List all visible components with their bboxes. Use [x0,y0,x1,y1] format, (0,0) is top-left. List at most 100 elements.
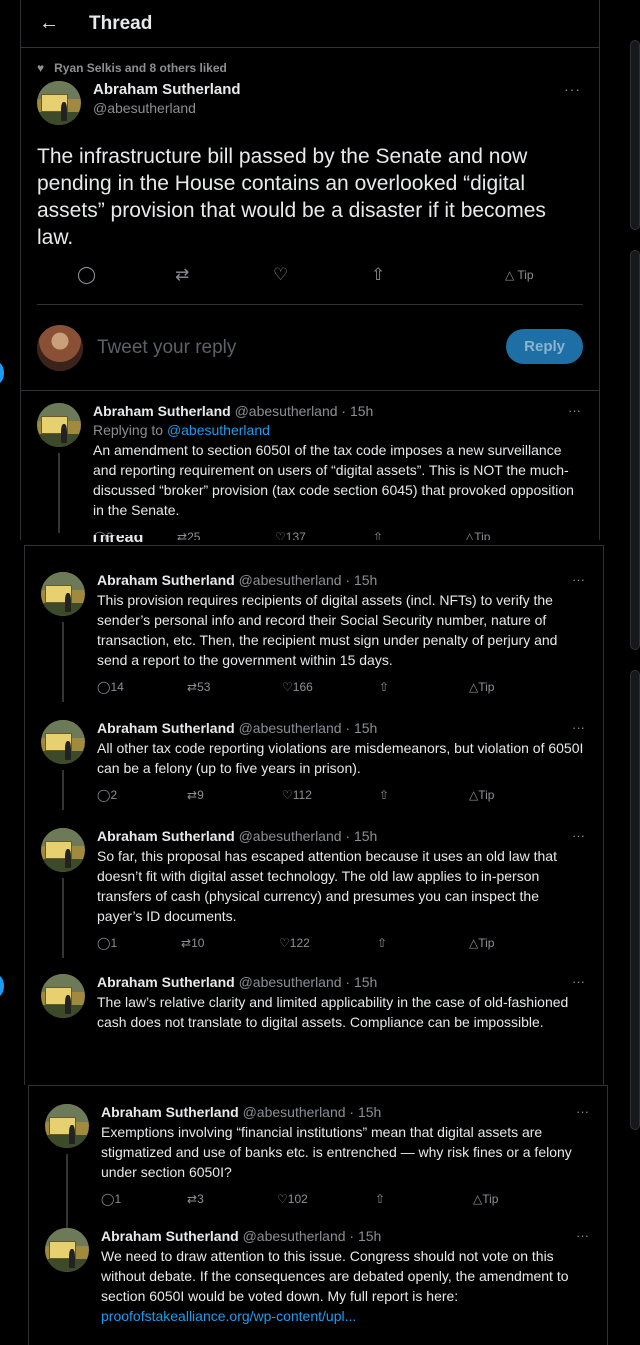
more-icon[interactable]: ··· [572,974,585,989]
thread-line [58,453,60,533]
like-action[interactable]: ♡ 122 [279,936,310,950]
like-action[interactable]: ♡ 137 [275,530,306,540]
avatar[interactable] [45,1228,89,1272]
retweet-icon[interactable]: ⇄ [175,265,189,285]
more-icon[interactable]: ··· [572,572,585,587]
like-action[interactable]: ♡ 166 [282,680,313,694]
reply-composer: Tweet your reply Reply [21,305,599,391]
share-icon[interactable]: ⇧ [379,788,389,802]
like-icon[interactable]: ♡ [273,265,288,285]
reply-action[interactable]: ◯ 14 [97,680,124,694]
tweet[interactable]: Abraham Sutherland @abesutherland · 15h … [29,1228,607,1326]
report-link[interactable]: proofofstakealliance.org/wp-content/upl.… [101,1306,589,1326]
retweet-action[interactable]: ⇄ 3 [187,1192,204,1206]
thread-line [62,770,64,810]
tweet-actions: ◯ 2 ⇄ 9 ♡ 112 ⇧ △ Tip [97,788,585,810]
tip-label: Tip [478,680,495,694]
avatar[interactable] [41,720,85,764]
share-icon[interactable]: ⇧ [375,1192,385,1206]
tip-button[interactable]: △ Tip [505,268,534,282]
retweet-action[interactable]: ⇄ 10 [181,936,204,950]
mention-link[interactable]: @abesutherland [167,422,270,438]
more-icon[interactable]: ··· [564,81,581,97]
tweet-actions: ◯ 14 ⇄ 53 ♡ 166 ⇧ △ Tip [97,680,585,702]
more-icon[interactable]: ··· [572,828,585,843]
author-name[interactable]: Abraham Sutherland [97,974,235,990]
like-action[interactable]: ♡ 112 [282,788,312,802]
tweet-meta: @abesutherland · 15h [238,572,378,588]
like-count: 102 [287,1192,308,1206]
avatar[interactable] [41,828,85,872]
reply-icon[interactable]: ◯ [77,265,96,285]
tip-button[interactable]: △ Tip [473,1192,498,1206]
reply-action[interactable]: ◯ 1 [101,1192,121,1206]
tweet[interactable]: Abraham Sutherland @abesutherland · 15h … [25,572,603,702]
tweet-text: The law’s relative clarity and limited a… [97,994,569,1030]
thread-panel-2: Abraham Sutherland @abesutherland · 15h … [24,545,604,1085]
tip-button[interactable]: △ Tip [465,530,490,540]
tip-button[interactable]: △ Tip [469,680,494,694]
avatar[interactable] [41,572,85,616]
retweet-action[interactable]: ⇄ 25 [177,530,200,540]
tip-label: Tip [474,530,491,540]
more-icon[interactable]: ··· [576,1228,589,1243]
reply-input[interactable]: Tweet your reply [97,337,236,359]
share-icon[interactable]: ⇧ [373,530,383,540]
more-icon[interactable]: ··· [576,1104,589,1119]
tweet[interactable]: Abraham Sutherland @abesutherland · 15h … [21,403,599,540]
author-handle[interactable]: @abesutherland [93,100,241,116]
tip-button[interactable]: △ Tip [469,936,494,950]
author-name[interactable]: Abraham Sutherland [97,828,235,844]
avatar[interactable] [37,403,81,447]
like-count: 112 [292,788,312,802]
overlapped-title: Thread [90,535,170,543]
retweet-action[interactable]: ⇄ 53 [187,680,210,694]
tip-label: Tip [517,268,534,282]
author-name[interactable]: Abraham Sutherland [93,403,231,419]
author-name[interactable]: Abraham Sutherland [97,720,235,736]
more-icon[interactable]: ··· [572,720,585,735]
thread-line [62,878,64,958]
author-name[interactable]: Abraham Sutherland [93,81,241,98]
author-name[interactable]: Abraham Sutherland [101,1104,239,1120]
author-name[interactable]: Abraham Sutherland [97,572,235,588]
tweet-text: We need to draw attention to this issue.… [101,1246,589,1326]
share-icon[interactable]: ⇧ [379,680,389,694]
reply-action[interactable]: ◯ 1 [97,936,117,950]
retweet-action[interactable]: ⇄ 9 [187,788,204,802]
liked-by-text[interactable]: Ryan Selkis and 8 others liked [54,61,227,75]
avatar[interactable] [37,81,81,125]
edge-badge [0,975,4,997]
tweet-meta: @abesutherland · 15h [242,1104,382,1120]
thread-panel-3: Abraham Sutherland @abesutherland · 15h … [28,1085,608,1345]
reply-action[interactable]: ◯ 2 [97,788,117,802]
avatar[interactable] [45,1104,89,1148]
author-name[interactable]: Abraham Sutherland [101,1228,239,1244]
tweet[interactable]: Abraham Sutherland @abesutherland · 15h … [25,974,603,1032]
tweet[interactable]: Abraham Sutherland @abesutherland · 15h … [25,720,603,810]
like-count: 137 [285,530,306,540]
reply-count: 14 [110,680,124,694]
reply-button[interactable]: Reply [506,329,583,364]
more-icon[interactable]: ··· [568,403,581,418]
like-action[interactable]: ♡ 102 [277,1192,308,1206]
tweet-text: This provision requires recipients of di… [97,592,558,668]
tip-label: Tip [482,1192,499,1206]
avatar[interactable] [41,974,85,1018]
retweet-count: 25 [187,530,201,540]
back-arrow-icon[interactable]: ← [39,12,89,35]
tip-button[interactable]: △ Tip [469,788,494,802]
side-panel-edge [630,250,640,650]
tweet[interactable]: Abraham Sutherland @abesutherland · 15h … [25,828,603,958]
tweet-text: All other tax code reporting violations … [97,740,584,776]
like-count: 166 [292,680,313,694]
tweet-text: So far, this proposal has escaped attent… [97,848,557,924]
share-icon[interactable]: ⇧ [371,265,385,285]
retweet-count: 9 [197,788,204,802]
tweet-meta: @abesutherland · 15h [242,1228,382,1244]
share-icon[interactable]: ⇧ [377,936,387,950]
retweet-count: 3 [197,1192,204,1206]
thread-panel-1: ← Thread ♥ Ryan Selkis and 8 others like… [20,0,600,540]
tweet[interactable]: Abraham Sutherland @abesutherland · 15h … [29,1104,607,1234]
tweet-meta: @abesutherland · 15h [234,403,374,419]
